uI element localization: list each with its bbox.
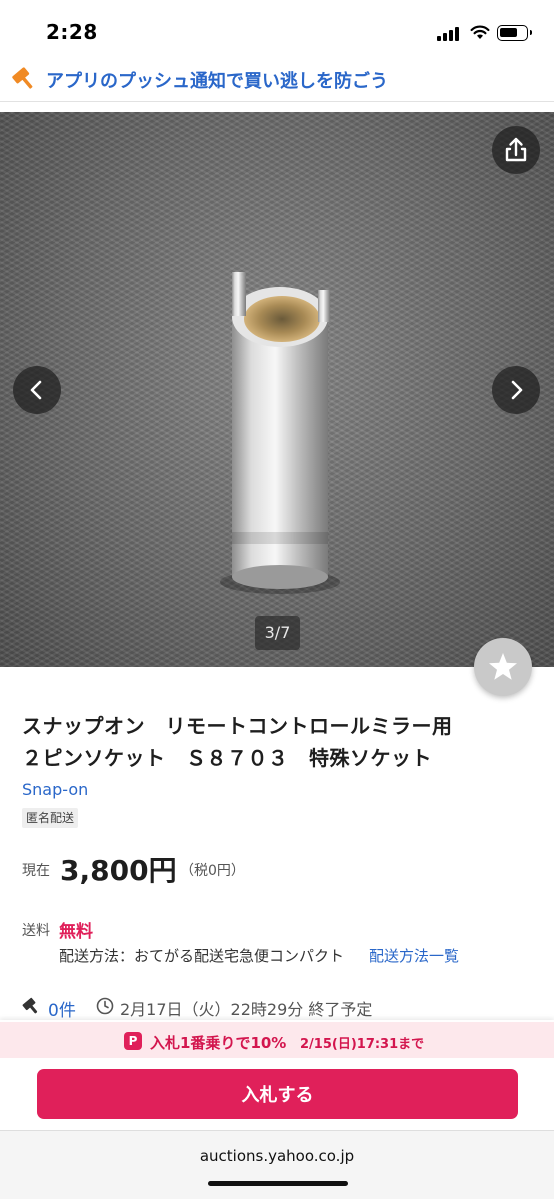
anonymous-shipping-badge: 匿名配送: [22, 808, 79, 828]
bid-button[interactable]: 入札する: [37, 1069, 518, 1119]
product-title: スナップオン リモートコントロールミラー用 ２ピンソケット Ｓ８７０３ 特殊ソケ…: [22, 710, 522, 774]
shipping-label: 送料: [22, 923, 50, 939]
wifi-icon: [470, 25, 490, 39]
share-button[interactable]: [492, 126, 540, 174]
next-image-button[interactable]: [492, 366, 540, 414]
shipping-fee: 無料: [59, 922, 93, 942]
current-price: 3,800円: [60, 854, 177, 887]
chevron-right-icon: [511, 380, 523, 400]
price-label: 現在: [22, 863, 50, 879]
status-time: 2:28: [46, 20, 98, 44]
banner-text: アプリのプッシュ通知で買い逃しを防ごう: [46, 71, 388, 92]
product-title-line-2: ２ピンソケット Ｓ８７０３ 特殊ソケット: [22, 746, 432, 770]
promo-deadline: 2/15(日)17:31まで: [300, 1037, 425, 1052]
brand-link[interactable]: Snap-on: [22, 780, 88, 799]
chevron-left-icon: [30, 380, 42, 400]
share-icon: [505, 137, 527, 162]
auction-hammer-icon: [22, 997, 38, 1014]
battery-icon: [497, 25, 532, 41]
product-image[interactable]: [0, 112, 554, 667]
star-icon: [489, 653, 517, 680]
promo-text: 入札1番乗りで10%: [150, 1034, 287, 1052]
shipping-method: 配送方法：おてがる配送宅急便コンパクト: [59, 947, 345, 965]
watchlist-button[interactable]: [474, 638, 532, 696]
push-notification-banner[interactable]: アプリのプッシュ通知で買い逃しを防ごう: [0, 62, 554, 102]
points-badge: P: [124, 1032, 142, 1050]
shipping-methods-link[interactable]: 配送方法一覧: [369, 945, 459, 966]
status-bar: 2:28: [0, 0, 554, 62]
socket-photo: [220, 272, 340, 594]
auction-end-time: 2月17日（火）22時29分 終了予定: [120, 1000, 373, 1019]
previous-image-button[interactable]: [13, 366, 61, 414]
cellular-signal-icon: [437, 27, 463, 41]
product-title-line-1: スナップオン リモートコントロールミラー用: [22, 714, 453, 738]
auction-hammer-icon: [12, 67, 33, 89]
clock-icon: [96, 997, 114, 1015]
home-indicator: [208, 1181, 348, 1186]
url-text: auctions.yahoo.co.jp: [199, 1147, 355, 1165]
tax-amount: （税0円）: [180, 863, 245, 879]
bid-count-link[interactable]: 0件: [48, 996, 76, 1021]
image-counter: 3/7: [255, 616, 300, 650]
